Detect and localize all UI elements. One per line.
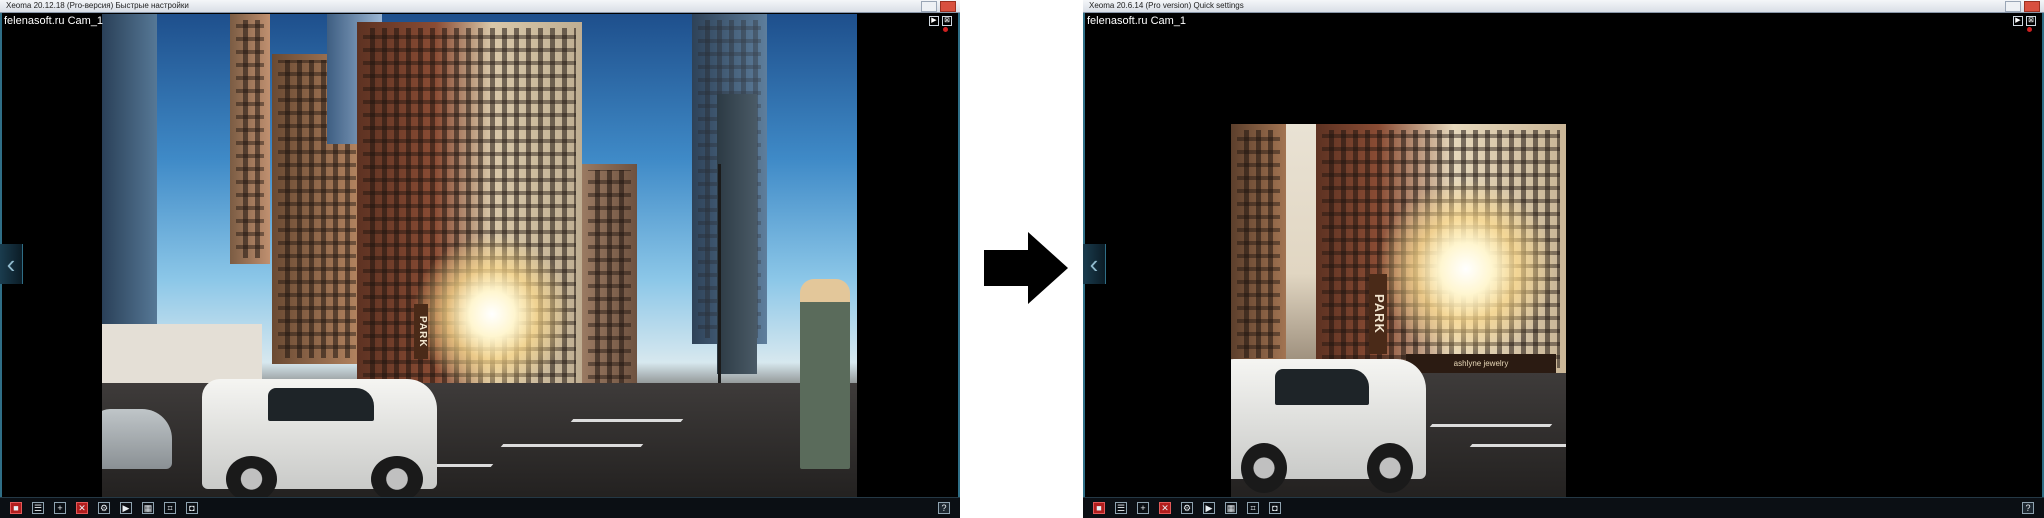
camera-title: felenasoft.ru Cam_1 xyxy=(1087,15,1187,27)
title-bar: Xeoma 20.12.18 (Pro-версия) Быстрые наст… xyxy=(0,0,960,13)
play-icon[interactable]: ▶ xyxy=(1203,502,1215,514)
settings-icon[interactable]: ⚙ xyxy=(98,502,110,514)
help-button[interactable]: ? xyxy=(2022,502,2034,514)
help-button[interactable]: ? xyxy=(938,502,950,514)
crop-icon[interactable]: ⌗ xyxy=(1247,502,1259,514)
stop-icon[interactable]: ■ xyxy=(1093,502,1105,514)
list-icon[interactable]: ☰ xyxy=(32,502,44,514)
close-button[interactable] xyxy=(2024,1,2040,12)
recording-indicator xyxy=(2027,27,2032,32)
previous-camera-button[interactable]: ‹ xyxy=(0,244,23,284)
window-title: Xeoma 20.6.14 (Pro version) Quick settin… xyxy=(1089,1,1244,10)
fullscreen-icon[interactable]: ⊠ xyxy=(2026,16,2036,26)
close-button[interactable] xyxy=(940,1,956,12)
window-title: Xeoma 20.12.18 (Pro-версия) Быстрые наст… xyxy=(6,1,189,10)
fullscreen-icon[interactable]: ⊠ xyxy=(942,16,952,26)
delete-icon[interactable]: ✕ xyxy=(1159,502,1171,514)
park-sign: PARK xyxy=(414,304,428,359)
previous-camera-button[interactable]: ‹ xyxy=(1083,244,1106,284)
arrow-right-icon xyxy=(984,232,1068,304)
minimize-button[interactable] xyxy=(2005,1,2021,12)
bottom-toolbar: ■ ☰ + ✕ ⚙ ▶ ▦ ⌗ ◘ ? xyxy=(1083,497,2044,518)
crop-icon[interactable]: ⌗ xyxy=(164,502,176,514)
screenshot-icon[interactable]: ◘ xyxy=(1269,502,1281,514)
delete-icon[interactable]: ✕ xyxy=(76,502,88,514)
bottom-toolbar: ■ ☰ + ✕ ⚙ ▶ ▦ ⌗ ◘ ? xyxy=(0,497,960,518)
expand-icon[interactable]: ▶ xyxy=(929,16,939,26)
screenshot-icon[interactable]: ◘ xyxy=(186,502,198,514)
recording-indicator xyxy=(943,27,948,32)
title-bar: Xeoma 20.6.14 (Pro version) Quick settin… xyxy=(1083,0,2044,13)
archive-icon[interactable]: ▦ xyxy=(142,502,154,514)
plus-icon[interactable]: + xyxy=(54,502,66,514)
left-xeoma-window: Xeoma 20.12.18 (Pro-версия) Быстрые наст… xyxy=(0,0,960,518)
play-icon[interactable]: ▶ xyxy=(120,502,132,514)
stop-icon[interactable]: ■ xyxy=(10,502,22,514)
list-icon[interactable]: ☰ xyxy=(1115,502,1127,514)
minimize-button[interactable] xyxy=(921,1,937,12)
cropped-camera-image[interactable]: PARK ashlyne jewelry xyxy=(1231,124,1566,498)
camera-image[interactable]: PARK xyxy=(102,14,857,498)
camera-title: felenasoft.ru Cam_1 xyxy=(4,15,104,27)
park-sign: PARK xyxy=(1369,274,1387,354)
shop-sign: ashlyne jewelry xyxy=(1406,354,1556,374)
settings-icon[interactable]: ⚙ xyxy=(1181,502,1193,514)
right-xeoma-window: Xeoma 20.6.14 (Pro version) Quick settin… xyxy=(1083,0,2044,518)
archive-icon[interactable]: ▦ xyxy=(1225,502,1237,514)
plus-icon[interactable]: + xyxy=(1137,502,1149,514)
expand-icon[interactable]: ▶ xyxy=(2013,16,2023,26)
